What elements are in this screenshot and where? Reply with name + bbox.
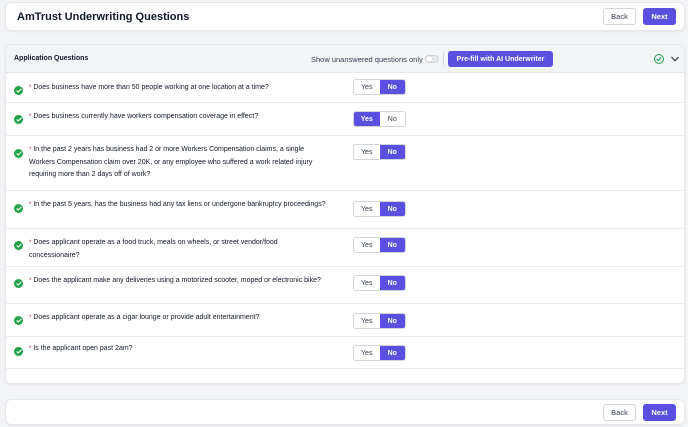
no-option[interactable]: No <box>379 202 405 216</box>
top-bar: AmTrust Underwriting Questions Back Next <box>5 2 685 31</box>
check-circle-icon <box>14 115 23 124</box>
question-label: Does applicant operate as a cigar lounge… <box>33 314 260 321</box>
question-row: * Does the applicant make any deliveries … <box>6 267 684 304</box>
question-label: Does business currently have workers com… <box>33 113 259 120</box>
question-text: * In the past 5 years, has the business h… <box>29 199 329 212</box>
question-label: In the past 2 years has business had 2 o… <box>29 146 313 178</box>
yes-option[interactable]: Yes <box>354 112 380 126</box>
required-marker: * <box>29 315 32 321</box>
required-marker: * <box>29 240 32 246</box>
page-title: AmTrust Underwriting Questions <box>17 11 190 23</box>
chevron-down-icon[interactable] <box>670 54 680 64</box>
panel-header: Application Questions Show unanswered qu… <box>6 45 684 73</box>
yes-no-toggle: Yes No <box>353 275 406 291</box>
check-circle-icon <box>14 241 23 250</box>
unanswered-toggle[interactable] <box>425 55 439 63</box>
required-marker: * <box>29 278 32 284</box>
no-option[interactable]: No <box>379 80 405 94</box>
check-circle-icon <box>14 149 23 158</box>
application-questions-panel: Application Questions Show unanswered qu… <box>5 44 685 384</box>
back-button[interactable]: Back <box>603 8 636 25</box>
yes-option[interactable]: Yes <box>354 80 380 94</box>
no-option[interactable]: No <box>379 145 405 159</box>
question-text: * Is the applicant open past 2am? <box>29 343 329 356</box>
panel-title: Application Questions <box>14 55 89 62</box>
question-row: * Is the applicant open past 2am? Yes No <box>6 337 684 369</box>
required-marker: * <box>29 202 32 208</box>
yes-no-toggle: Yes No <box>353 313 406 329</box>
yes-no-toggle: Yes No <box>353 144 406 160</box>
yes-option[interactable]: Yes <box>354 314 380 328</box>
required-marker: * <box>29 85 32 91</box>
question-text: * Does applicant operate as a food truck,… <box>29 237 329 262</box>
next-button[interactable]: Next <box>643 404 676 421</box>
check-circle-icon <box>14 279 23 288</box>
question-text: * In the past 2 years has business had 2 … <box>29 144 329 182</box>
question-row: * Does business currently have workers co… <box>6 103 684 136</box>
question-row: * Does applicant operate as a cigar loung… <box>6 304 684 337</box>
question-label: Does the applicant make any deliveries u… <box>33 277 321 284</box>
question-text: * Does business have more than 50 people … <box>29 82 329 95</box>
no-option[interactable]: No <box>379 314 405 328</box>
check-circle-icon <box>14 204 23 213</box>
question-row: * Does business have more than 50 people … <box>6 73 684 103</box>
question-row: * In the past 2 years has business had 2 … <box>6 136 684 191</box>
required-marker: * <box>29 346 32 352</box>
question-label: In the past 5 years, has the business ha… <box>33 201 326 208</box>
question-label: Is the applicant open past 2am? <box>33 345 133 352</box>
question-row: * Does applicant operate as a food truck,… <box>6 229 684 267</box>
bottom-bar: Back Next <box>5 399 685 425</box>
question-text: * Does business currently have workers co… <box>29 111 329 124</box>
yes-no-toggle: Yes No <box>353 111 406 127</box>
yes-no-toggle: Yes No <box>353 79 406 95</box>
check-circle-icon <box>14 86 23 95</box>
yes-no-toggle: Yes No <box>353 201 406 217</box>
yes-option[interactable]: Yes <box>354 276 380 290</box>
no-option[interactable]: No <box>379 238 405 252</box>
question-text: * Does applicant operate as a cigar loung… <box>29 312 329 325</box>
check-circle-icon <box>14 316 23 325</box>
question-label: Does applicant operate as a food truck, … <box>29 239 278 259</box>
next-button[interactable]: Next <box>643 8 676 25</box>
question-label: Does business have more than 50 people w… <box>33 84 269 91</box>
prefill-ai-button[interactable]: Pre-fill with AI Underwriter <box>448 51 553 67</box>
divider <box>443 53 444 65</box>
required-marker: * <box>29 147 32 153</box>
yes-option[interactable]: Yes <box>354 202 380 216</box>
yes-no-toggle: Yes No <box>353 345 406 361</box>
no-option[interactable]: No <box>379 276 405 290</box>
question-text: * Does the applicant make any deliveries … <box>29 275 329 288</box>
yes-no-toggle: Yes No <box>353 237 406 253</box>
no-option[interactable]: No <box>379 346 405 360</box>
yes-option[interactable]: Yes <box>354 346 380 360</box>
no-option[interactable]: No <box>379 112 405 126</box>
yes-option[interactable]: Yes <box>354 238 380 252</box>
yes-option[interactable]: Yes <box>354 145 380 159</box>
unanswered-label: Show unanswered questions only <box>311 55 423 64</box>
check-circle-outline-icon <box>654 54 664 64</box>
question-row: * In the past 5 years, has the business h… <box>6 191 684 229</box>
required-marker: * <box>29 114 32 120</box>
back-button[interactable]: Back <box>603 404 636 421</box>
check-circle-icon <box>14 347 23 356</box>
